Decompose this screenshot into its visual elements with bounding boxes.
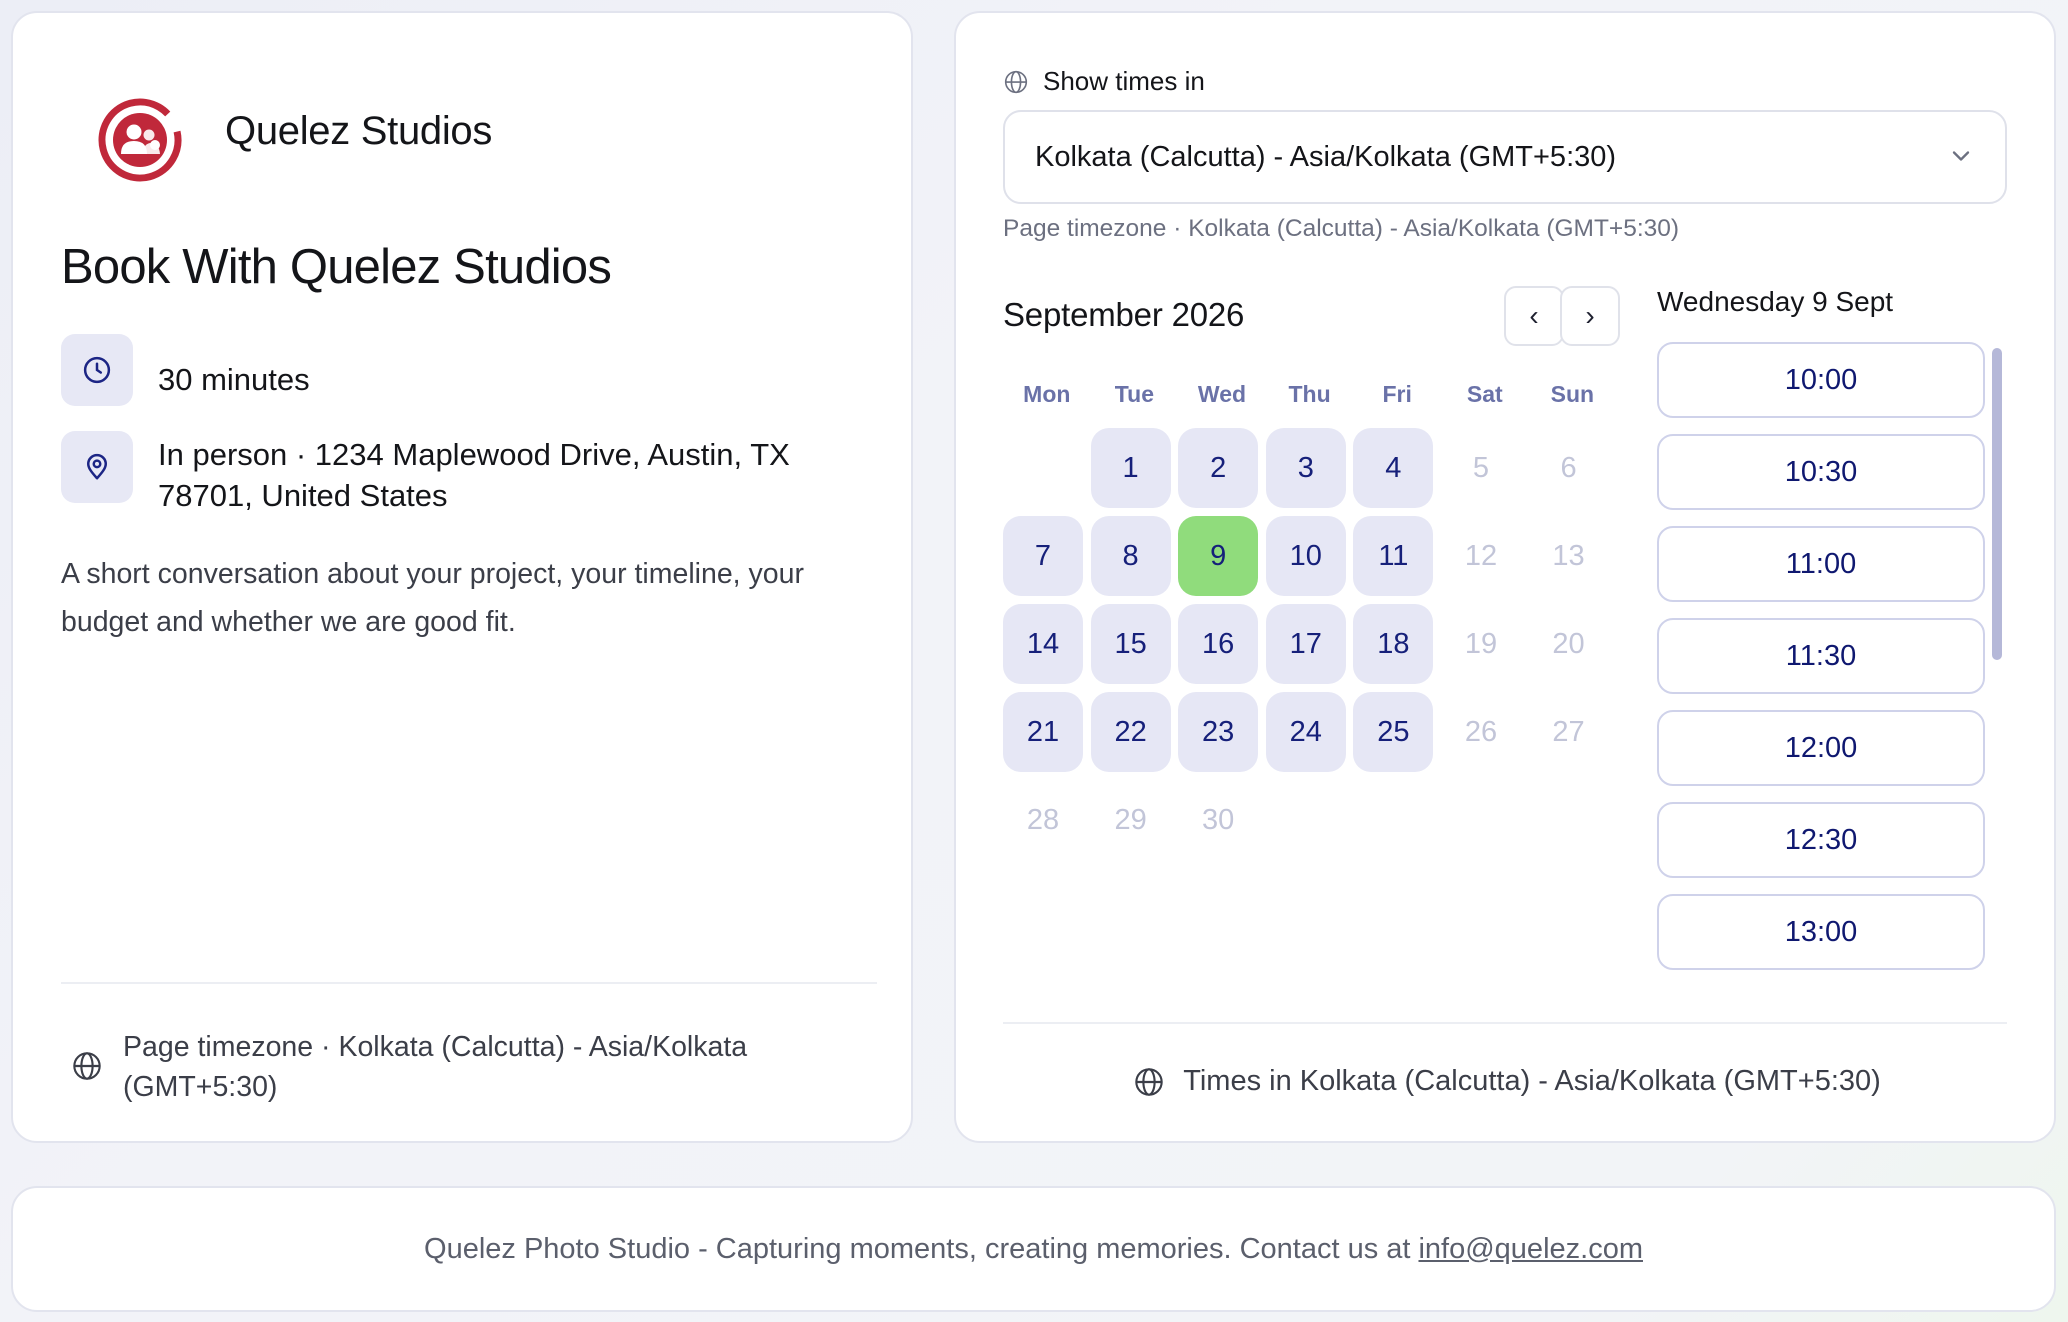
globe-icon <box>1135 1067 1163 1096</box>
weekday-header: Mon Tue Wed Thu Fri Sat Sun <box>1003 381 1616 408</box>
prev-month-button[interactable]: ‹ <box>1504 286 1564 346</box>
calendar-day[interactable]: 2 <box>1178 428 1259 508</box>
calendar-day[interactable]: 4 <box>1353 428 1434 508</box>
calendar-day[interactable]: 14 <box>1003 604 1083 684</box>
calendar-day[interactable]: 25 <box>1353 692 1434 772</box>
time-slot-list: 10:00 10:30 11:00 11:30 12:00 12:30 13:00 <box>1657 342 1985 986</box>
chevron-down-icon <box>1952 151 1970 161</box>
contact-email-link[interactable]: info@quelez.com <box>1418 1233 1643 1266</box>
footer-text-row: Quelez Photo Studio - Capturing moments,… <box>13 1188 2054 1310</box>
calendar-day: 13 <box>1552 539 1585 572</box>
next-month-button[interactable]: › <box>1560 286 1620 346</box>
calendar-day: 6 <box>1560 451 1577 484</box>
time-slot-button[interactable]: 11:30 <box>1657 618 1985 694</box>
calendar-day: 5 <box>1472 451 1490 484</box>
timezone-select-value: Kolkata (Calcutta) - Asia/Kolkata (GMT+5… <box>1035 140 1617 173</box>
calendar-day[interactable]: 3 <box>1265 428 1346 508</box>
weekday-label: Sun <box>1550 381 1595 407</box>
time-slot-button[interactable]: 10:30 <box>1657 434 1985 510</box>
page-timezone-note: Page timezone · Kolkata (Calcutta) - Asi… <box>1003 215 1680 242</box>
calendar-day[interactable]: 22 <box>1090 692 1171 772</box>
event-description: A short conversation about your project,… <box>61 558 804 638</box>
times-in-footer: Times in Kolkata (Calcutta) - Asia/Kolka… <box>956 1065 2058 1098</box>
weekday-label: Tue <box>1114 381 1154 407</box>
calendar-day: 12 <box>1464 539 1498 572</box>
weekday-label: Wed <box>1197 381 1247 407</box>
calendar-day: 30 <box>1202 803 1235 836</box>
calendar-day-selected[interactable]: 9 <box>1178 516 1259 596</box>
divider <box>61 982 877 984</box>
time-slot-button[interactable]: 12:30 <box>1657 802 1985 878</box>
time-slot-button[interactable]: 13:00 <box>1657 894 1985 970</box>
calendar-day[interactable]: 1 <box>1090 428 1171 508</box>
weekday-label: Sat <box>1466 381 1503 407</box>
calendar-day[interactable]: 15 <box>1090 604 1171 684</box>
weekday-label: Mon <box>1023 381 1071 407</box>
time-slot-scrollbar[interactable] <box>1992 348 2002 660</box>
scheduler-card: Show times in Kolkata (Calcutta) - Asia/… <box>954 11 2056 1143</box>
calendar-day[interactable]: 23 <box>1178 692 1259 772</box>
calendar-day[interactable]: 7 <box>1003 516 1083 596</box>
duration-icon-box <box>61 334 133 406</box>
event-duration: 30 minutes <box>158 362 310 397</box>
calendar-day: 27 <box>1552 715 1585 748</box>
calendar-blank-cell <box>1003 428 1083 508</box>
selected-date-heading: Wednesday 9 Sept <box>1657 286 1894 317</box>
map-pin-icon <box>87 453 107 480</box>
divider <box>1003 1022 2007 1024</box>
calendar-day[interactable]: 10 <box>1265 516 1346 596</box>
weekday-label: Fri <box>1382 381 1412 407</box>
calendar-day[interactable]: 8 <box>1090 516 1171 596</box>
time-slot-button[interactable]: 10:00 <box>1657 342 1985 418</box>
calendar-day[interactable]: 18 <box>1353 604 1434 684</box>
calendar-day: 28 <box>1026 803 1060 836</box>
globe-icon <box>73 1052 101 1080</box>
calendar-day: 20 <box>1552 627 1585 660</box>
calendar-day[interactable]: 17 <box>1265 604 1346 684</box>
time-slot-button[interactable]: 12:00 <box>1657 710 1985 786</box>
weekday-label: Thu <box>1288 381 1331 407</box>
timezone-select[interactable]: Kolkata (Calcutta) - Asia/Kolkata (GMT+5… <box>1003 110 2007 204</box>
calendar-day: 19 <box>1464 627 1498 660</box>
site-footer: Quelez Photo Studio - Capturing moments,… <box>11 1186 2056 1312</box>
times-in-text: Times in Kolkata (Calcutta) - Asia/Kolka… <box>1183 1065 1881 1097</box>
calendar-day[interactable]: 11 <box>1353 516 1434 596</box>
calendar-day: 26 <box>1464 715 1498 748</box>
show-times-text: Show times in <box>1043 66 1205 96</box>
brand-logo <box>94 94 186 186</box>
event-details-card: Quelez Studios Book With Quelez Studios … <box>11 11 913 1143</box>
page-timezone-text: Page timezone · Kolkata (Calcutta) - Asi… <box>123 1031 748 1103</box>
month-title: September 2026 <box>1003 296 1245 333</box>
location-icon-box <box>61 431 133 503</box>
event-location: In person · 1234 Maplewood Drive, Austin… <box>158 437 790 513</box>
clock-icon <box>83 356 111 384</box>
people-group-icon <box>98 98 182 182</box>
time-slot-button[interactable]: 11:00 <box>1657 526 1985 602</box>
brand-name: Quelez Studios <box>225 109 493 153</box>
calendar-day[interactable]: 24 <box>1265 692 1346 772</box>
page-title: Book With Quelez Studios <box>61 240 612 294</box>
calendar-grid: 1 2 3 4 5 6 7 8 9 10 11 12 13 14 15 16 17 18 19 20 21 22 23 24 2… <box>1003 428 1609 860</box>
show-times-label: Show times in <box>1003 66 1205 97</box>
calendar-day[interactable]: 21 <box>1003 692 1083 772</box>
calendar-day[interactable]: 16 <box>1178 604 1259 684</box>
footer-tagline: Quelez Photo Studio - Capturing moments,… <box>424 1232 1411 1265</box>
calendar-day: 29 <box>1114 803 1147 836</box>
globe-icon <box>1004 70 1028 93</box>
